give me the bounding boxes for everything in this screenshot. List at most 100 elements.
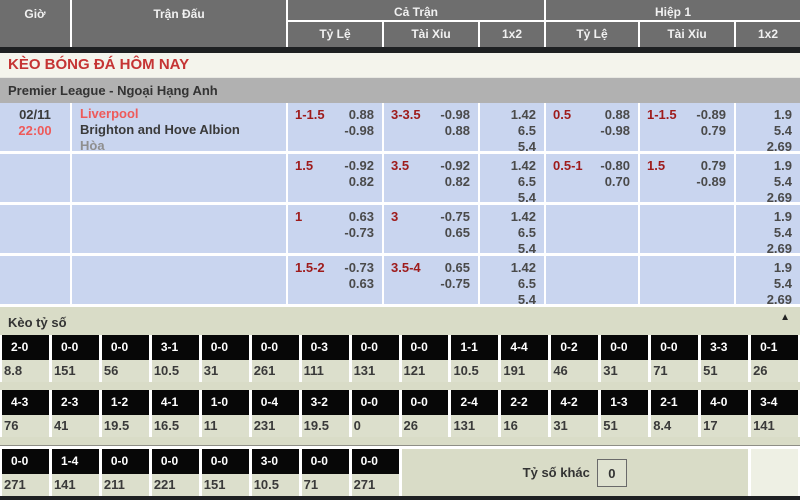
score-odd: 31 (551, 415, 598, 437)
score-box[interactable]: 0-0 (102, 335, 149, 360)
correct-score-header: Kèo tỷ số ▲ (0, 307, 800, 335)
h1-handicap-cell[interactable]: 0.5-1-0.800.70 (546, 154, 640, 202)
score-box[interactable]: 0-0 (202, 449, 249, 474)
score-box[interactable]: 0-1 (751, 335, 798, 360)
score-odd: 271 (2, 474, 49, 496)
h1-1x2-cell[interactable]: 1.95.42.69 (736, 256, 800, 304)
ft-overunder-cell[interactable]: 3-0.750.65 (384, 205, 480, 253)
score-box[interactable]: 0-0 (302, 449, 349, 474)
collapse-arrow-icon[interactable]: ▲ (780, 312, 790, 323)
odds-values: 0.79-0.89 (696, 158, 726, 202)
score-box[interactable]: 0-0 (651, 335, 698, 360)
betting-odds-page: Giờ Trận Đấu Cả Trận Tỷ Lệ Tài Xỉu 1x2 H… (0, 0, 800, 500)
score-box[interactable]: 0-0 (402, 335, 449, 360)
score-row: 4-3762-3411-219.54-116.51-0110-42313-219… (0, 390, 800, 437)
score-box[interactable]: 3-3 (701, 335, 748, 360)
score-cell: 4-017 (701, 390, 748, 437)
1x2-value: 1.9 (736, 158, 792, 174)
ft-1x2-cell[interactable]: 1.426.55.4 (480, 154, 546, 202)
ft-handicap-cell[interactable]: 1.5-2-0.730.63 (288, 256, 384, 304)
h1-overunder-cell[interactable]: 1.50.79-0.89 (640, 154, 736, 202)
home-team-name[interactable]: Liverpool (80, 106, 286, 122)
ft-handicap-cell[interactable]: 1.5-0.920.82 (288, 154, 384, 202)
score-cell: 0-0261 (252, 335, 299, 382)
subheader-h1-overunder: Tài Xỉu (640, 22, 736, 47)
score-odd: 31 (202, 360, 249, 382)
score-cell: 0-056 (102, 335, 149, 382)
score-box[interactable]: 3-0 (252, 449, 299, 474)
ft-1x2-cell[interactable]: 1.426.55.4 (480, 103, 546, 151)
h1-handicap-cell[interactable]: 0.50.88-0.98 (546, 103, 640, 151)
score-box[interactable]: 0-4 (252, 390, 299, 415)
h1-handicap-cell (546, 256, 640, 304)
score-box[interactable]: 0-0 (352, 335, 399, 360)
other-score-input[interactable]: 0 (597, 459, 627, 487)
score-box[interactable]: 0-0 (102, 449, 149, 474)
score-box[interactable]: 3-2 (302, 390, 349, 415)
odds-values: -0.980.88 (440, 107, 470, 151)
subheader-ft-overunder: Tài Xỉu (384, 22, 480, 47)
match-cell: LiverpoolBrighton and Hove AlbionHòa (72, 103, 288, 151)
score-box[interactable]: 4-0 (701, 390, 748, 415)
score-box[interactable]: 0-0 (2, 449, 49, 474)
score-box[interactable]: 2-1 (651, 390, 698, 415)
1x2-value: 2.69 (736, 190, 792, 202)
h1-overunder-cell[interactable]: 1-1.5-0.890.79 (640, 103, 736, 151)
away-team-name[interactable]: Brighton and Hove Albion (80, 122, 286, 138)
ft-1x2-cell[interactable]: 1.426.55.4 (480, 205, 546, 253)
score-box[interactable]: 0-2 (551, 335, 598, 360)
score-box[interactable]: 0-0 (202, 335, 249, 360)
score-box[interactable]: 0-0 (52, 335, 99, 360)
score-cell: 0-4231 (252, 390, 299, 437)
ft-overunder-cell[interactable]: 3.5-40.65-0.75 (384, 256, 480, 304)
score-cell: 0-0211 (102, 449, 149, 496)
odds-values: -0.920.82 (440, 158, 470, 202)
match-time: 22:00 (0, 123, 70, 139)
ft-overunder-cell[interactable]: 3.5-0.920.82 (384, 154, 480, 202)
score-box[interactable]: 3-1 (152, 335, 199, 360)
score-box[interactable]: 0-0 (252, 335, 299, 360)
ft-handicap-cell[interactable]: 1-1.50.88-0.98 (288, 103, 384, 151)
score-cell: 3-4141 (751, 390, 798, 437)
ft-overunder-cell[interactable]: 3-3.5-0.980.88 (384, 103, 480, 151)
score-box[interactable]: 2-0 (2, 335, 49, 360)
h1-1x2-cell[interactable]: 1.95.42.69 (736, 103, 800, 151)
1x2-value: 5.4 (736, 276, 792, 292)
score-box[interactable]: 2-3 (52, 390, 99, 415)
score-box[interactable]: 3-4 (751, 390, 798, 415)
score-box[interactable]: 0-0 (352, 449, 399, 474)
score-box[interactable]: 0-0 (352, 390, 399, 415)
ft-handicap-cell[interactable]: 10.63-0.73 (288, 205, 384, 253)
score-odd: 261 (252, 360, 299, 382)
score-odd: 26 (751, 360, 798, 382)
score-box[interactable]: 1-1 (451, 335, 498, 360)
odds-value-bottom: 0.82 (440, 174, 470, 190)
score-box[interactable]: 4-4 (501, 335, 548, 360)
score-box[interactable]: 4-1 (152, 390, 199, 415)
score-box[interactable]: 1-4 (52, 449, 99, 474)
odds-value-bottom: 0.82 (344, 174, 374, 190)
odds-value-bottom: -0.89 (696, 174, 726, 190)
score-odd: 151 (52, 360, 99, 382)
h1-1x2-cell[interactable]: 1.95.42.69 (736, 154, 800, 202)
1x2-value: 2.69 (736, 241, 792, 253)
score-odd: 131 (352, 360, 399, 382)
ft-1x2-cell[interactable]: 1.426.55.4 (480, 256, 546, 304)
score-box[interactable]: 2-2 (501, 390, 548, 415)
score-box[interactable]: 0-0 (402, 390, 449, 415)
subheader-h1-1x2: 1x2 (736, 22, 800, 47)
score-box[interactable]: 4-3 (2, 390, 49, 415)
odds-row: 02/1122:00LiverpoolBrighton and Hove Alb… (0, 103, 800, 154)
score-box[interactable]: 1-2 (102, 390, 149, 415)
handicap-label: 3 (391, 209, 398, 253)
score-box[interactable]: 0-3 (302, 335, 349, 360)
score-box[interactable]: 0-0 (601, 335, 648, 360)
score-cell: 2-341 (52, 390, 99, 437)
score-box[interactable]: 1-0 (202, 390, 249, 415)
score-box[interactable]: 1-3 (601, 390, 648, 415)
score-cell: 0-126 (751, 335, 798, 382)
h1-1x2-cell[interactable]: 1.95.42.69 (736, 205, 800, 253)
score-box[interactable]: 0-0 (152, 449, 199, 474)
score-box[interactable]: 4-2 (551, 390, 598, 415)
score-box[interactable]: 2-4 (451, 390, 498, 415)
